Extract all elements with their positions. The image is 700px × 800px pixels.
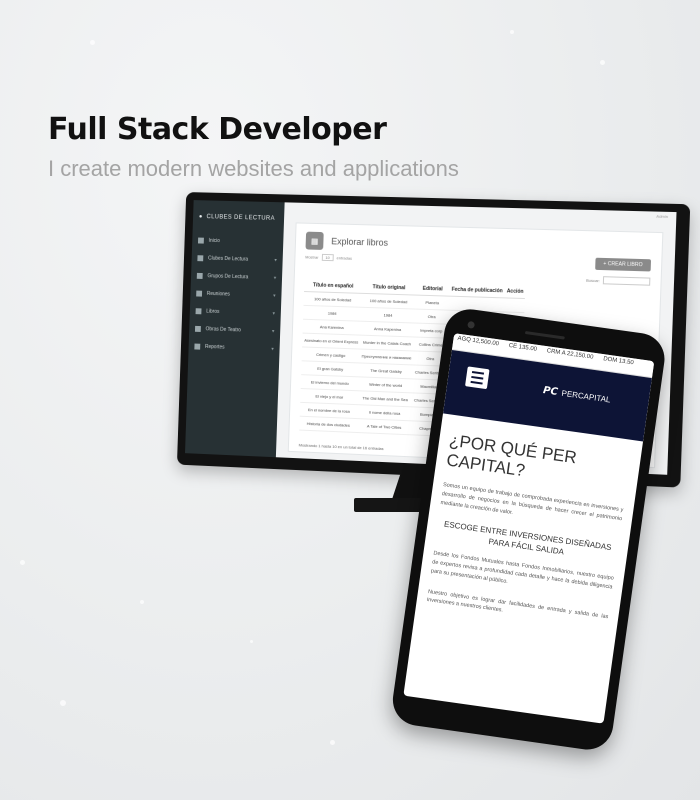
chevron-down-icon: ▾: [271, 346, 274, 353]
table-cell: [503, 297, 526, 313]
phone-screen: AGQ 12,500.00 CE 135.00 CRM A 22,150.00 DOM…: [403, 333, 655, 724]
theater-icon: [194, 325, 201, 332]
sidebar-item-label: Clubes De Lectura: [207, 255, 249, 263]
column-header[interactable]: Editorial: [415, 282, 450, 297]
users-icon: [196, 272, 203, 279]
snow-speck: [250, 640, 253, 643]
snow-speck: [60, 700, 66, 706]
site-content: ¿POR QUÉ PER CAPITAL? Somos un equipo de…: [416, 413, 643, 631]
snow-speck: [90, 40, 95, 45]
ticker-item: CE 135.00: [508, 342, 538, 353]
site-logo[interactable]: PC PERCAPITAL: [542, 385, 611, 405]
snow-speck: [330, 740, 335, 745]
snow-speck: [20, 560, 25, 565]
card-title: Explorar libros: [331, 236, 389, 248]
table-search: Buscar:: [586, 276, 651, 286]
grid-icon: [197, 237, 204, 244]
ticker-item: DOM 13.50: [602, 356, 635, 367]
table-footer-info: Mostrando 1 hasta 10 en un total de 16 e…: [298, 442, 384, 452]
show-label: Mostrar: [305, 254, 319, 260]
sidebar-item-label: Grupos De Lectura: [207, 273, 249, 281]
chevron-down-icon: ▾: [274, 257, 277, 264]
snow-speck: [510, 30, 514, 34]
snow-speck: [140, 600, 144, 604]
report-icon: [194, 343, 201, 350]
book-club-icon: [197, 255, 204, 262]
chevron-down-icon: ▾: [271, 328, 275, 335]
table-cell: Otra: [414, 309, 449, 325]
column-header[interactable]: Acción: [504, 285, 526, 299]
sidebar-item[interactable]: Reportes ▾: [188, 337, 280, 358]
book-icon: [195, 308, 202, 315]
app-brand-label: CLUBES DE LECTURA: [206, 214, 275, 222]
entries-label: entradas: [336, 255, 353, 261]
logo-text: PERCAPITAL: [561, 388, 611, 405]
sidebar-item-label: Reportes: [204, 343, 225, 351]
brand-icon: ●: [198, 213, 203, 220]
hero-title: Full Stack Developer: [48, 112, 387, 147]
calendar-icon: [196, 290, 203, 297]
sidebar-item-label: Obras De Teatro: [205, 326, 242, 334]
phone-camera: [467, 320, 476, 329]
chevron-down-icon: ▾: [272, 310, 276, 317]
search-label: Buscar:: [585, 277, 600, 283]
snow-speck: [600, 60, 605, 65]
table-cell: Planeta: [415, 295, 450, 311]
table-cell: Historia de dos ciudades: [299, 416, 358, 433]
create-book-button[interactable]: + CREAR LIBRO: [594, 257, 652, 272]
chevron-down-icon: ▾: [273, 275, 277, 282]
hamburger-menu-icon[interactable]: [465, 366, 490, 390]
app-brand[interactable]: ● CLUBES DE LECTURA: [193, 210, 285, 234]
admin-label[interactable]: Admin: [656, 214, 668, 219]
book-icon: ▦: [305, 231, 324, 250]
entries-select[interactable]: 10: [321, 253, 334, 262]
hero-subtitle: I create modern websites and application…: [48, 156, 459, 181]
entries-selector: Mostrar 10 entradas: [305, 253, 353, 262]
sidebar-item-label: Libros: [206, 308, 220, 315]
app-nav-list: Inicio Clubes De Lectura ▾ Grupos De Lectur…: [188, 231, 283, 358]
logo-mark: PC: [542, 385, 559, 399]
sidebar-item-label: Inicio: [208, 237, 221, 245]
table-cell: A Tale of Two Cities: [357, 418, 412, 435]
app-sidebar: ● CLUBES DE LECTURA Inicio Clubes De Lect…: [185, 200, 285, 458]
phone-speaker: [524, 330, 565, 340]
sidebar-item-label: Reuniones: [206, 290, 230, 298]
search-input[interactable]: [602, 276, 651, 286]
chevron-down-icon: ▾: [273, 293, 276, 300]
